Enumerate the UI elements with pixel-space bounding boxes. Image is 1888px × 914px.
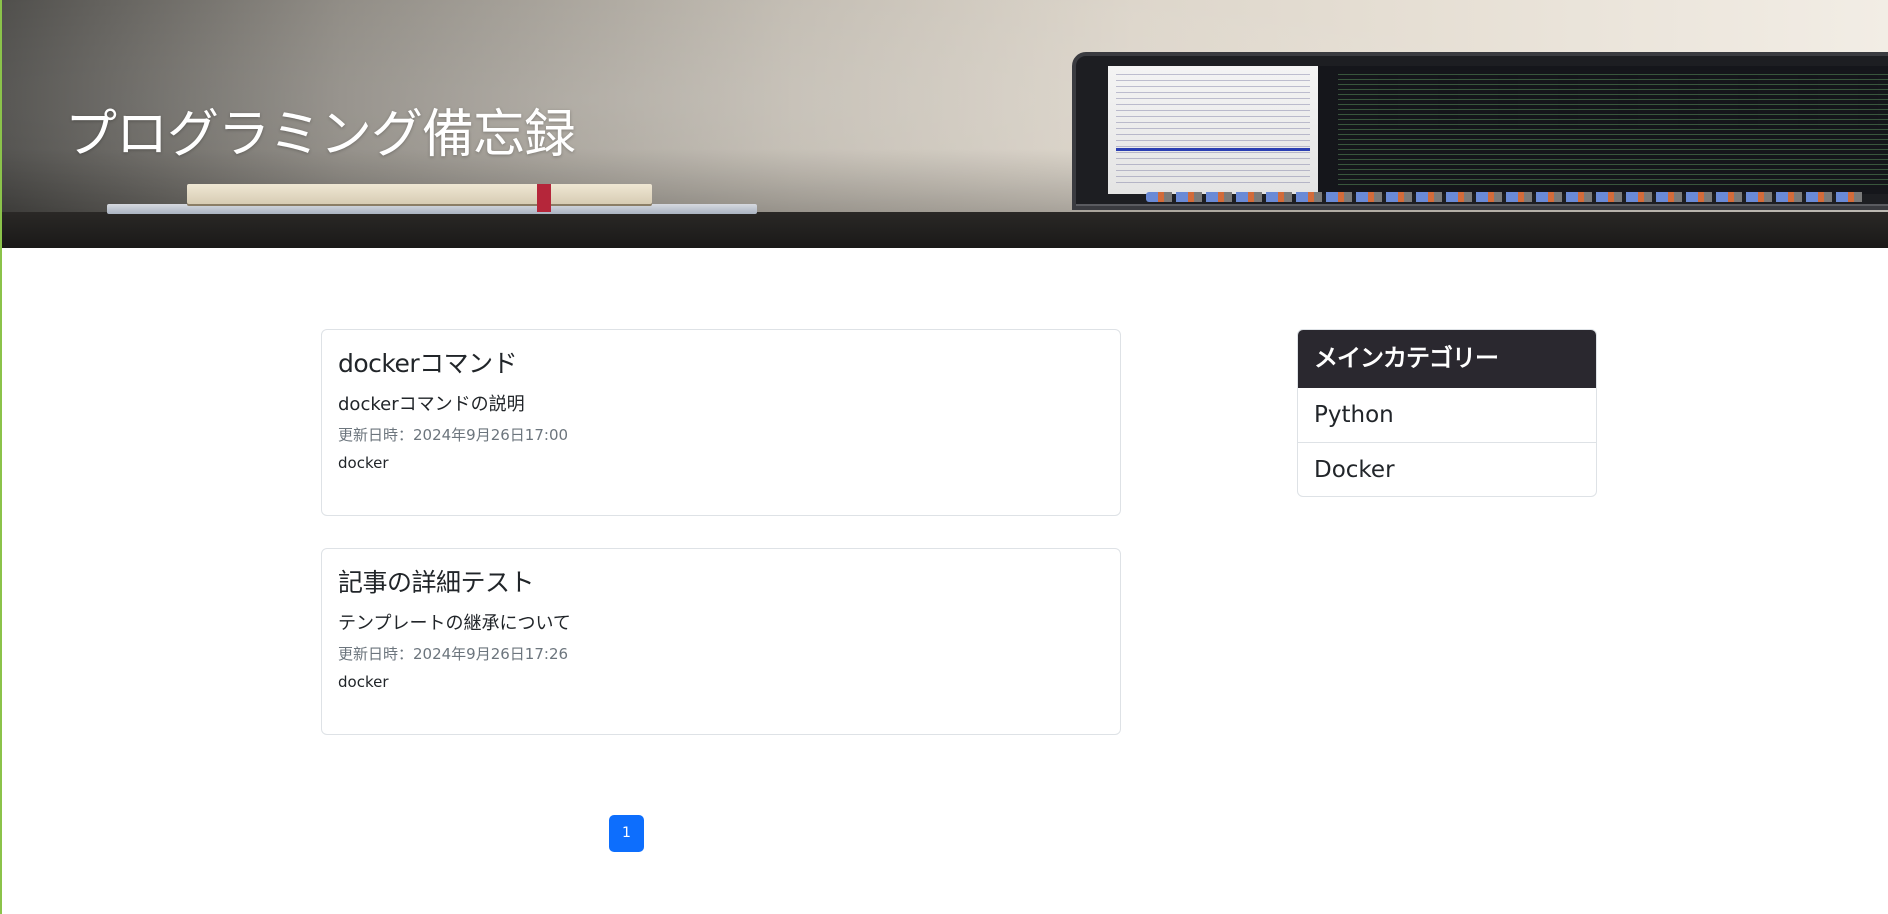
- post-category-link[interactable]: docker: [338, 452, 389, 474]
- post-card[interactable]: 記事の詳細テスト テンプレートの継承について 更新日時：2024年9月26日17…: [321, 548, 1121, 735]
- hero-desk-image: [2, 212, 1888, 248]
- hero-laptop-image: [1072, 52, 1888, 210]
- post-title[interactable]: 記事の詳細テスト: [338, 565, 1104, 601]
- hero-notebook-image: [107, 204, 757, 214]
- post-card[interactable]: dockerコマンド dockerコマンドの説明 更新日時：2024年9月26日…: [321, 329, 1121, 516]
- main-category-sidebar: メインカテゴリー Python Docker: [1297, 329, 1597, 497]
- laptop-screen-code: [1318, 66, 1888, 194]
- sidebar-item-docker[interactable]: Docker: [1298, 442, 1596, 496]
- post-updated-date: 更新日時：2024年9月26日17:00: [338, 426, 569, 444]
- laptop-base: [1076, 204, 1888, 206]
- filetree-lines: [1116, 74, 1310, 186]
- pagination-page-1-button[interactable]: 1: [609, 815, 644, 852]
- post-title[interactable]: dockerコマンド: [338, 346, 1104, 382]
- hero-book-band: [537, 184, 551, 212]
- post-description: dockerコマンドの説明: [338, 394, 525, 415]
- laptop-screen-filetree: [1108, 66, 1318, 194]
- post-updated-date: 更新日時：2024年9月26日17:26: [338, 645, 569, 663]
- filetree-selection: [1116, 148, 1310, 151]
- hero-banner: プログラミング備忘録: [2, 0, 1888, 248]
- post-category-link[interactable]: docker: [338, 671, 389, 693]
- sidebar-item-python[interactable]: Python: [1298, 388, 1596, 442]
- page: プログラミング備忘録 dockerコマンド dockerコマンドの説明 更新日時…: [0, 0, 1888, 914]
- post-description: テンプレートの継承について: [338, 613, 571, 634]
- site-title[interactable]: プログラミング備忘録: [65, 100, 576, 170]
- code-lines: [1338, 74, 1888, 186]
- hero-book-image: [187, 184, 652, 212]
- sidebar-title: メインカテゴリー: [1298, 330, 1596, 388]
- laptop-dock: [1146, 192, 1866, 202]
